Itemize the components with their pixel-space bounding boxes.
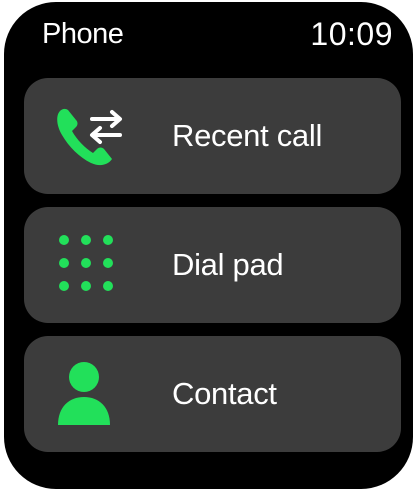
watch-screen: Phone 10:09 Recent call Dial pad Contact xyxy=(4,2,413,489)
recent-call-icon xyxy=(52,101,132,171)
contact-icon xyxy=(52,359,132,429)
dial-pad-label: Dial pad xyxy=(172,247,284,282)
recent-call-label: Recent call xyxy=(172,118,323,153)
status-bar: Phone 10:09 xyxy=(42,14,393,54)
dial-pad-button[interactable]: Dial pad xyxy=(24,207,401,323)
app-title: Phone xyxy=(42,17,124,50)
contact-label: Contact xyxy=(172,376,277,411)
recent-call-button[interactable]: Recent call xyxy=(24,78,401,194)
phone-menu: Recent call Dial pad Contact xyxy=(24,78,401,452)
contact-button[interactable]: Contact xyxy=(24,336,401,452)
clock: 10:09 xyxy=(310,15,393,52)
dial-pad-icon xyxy=(52,230,132,300)
